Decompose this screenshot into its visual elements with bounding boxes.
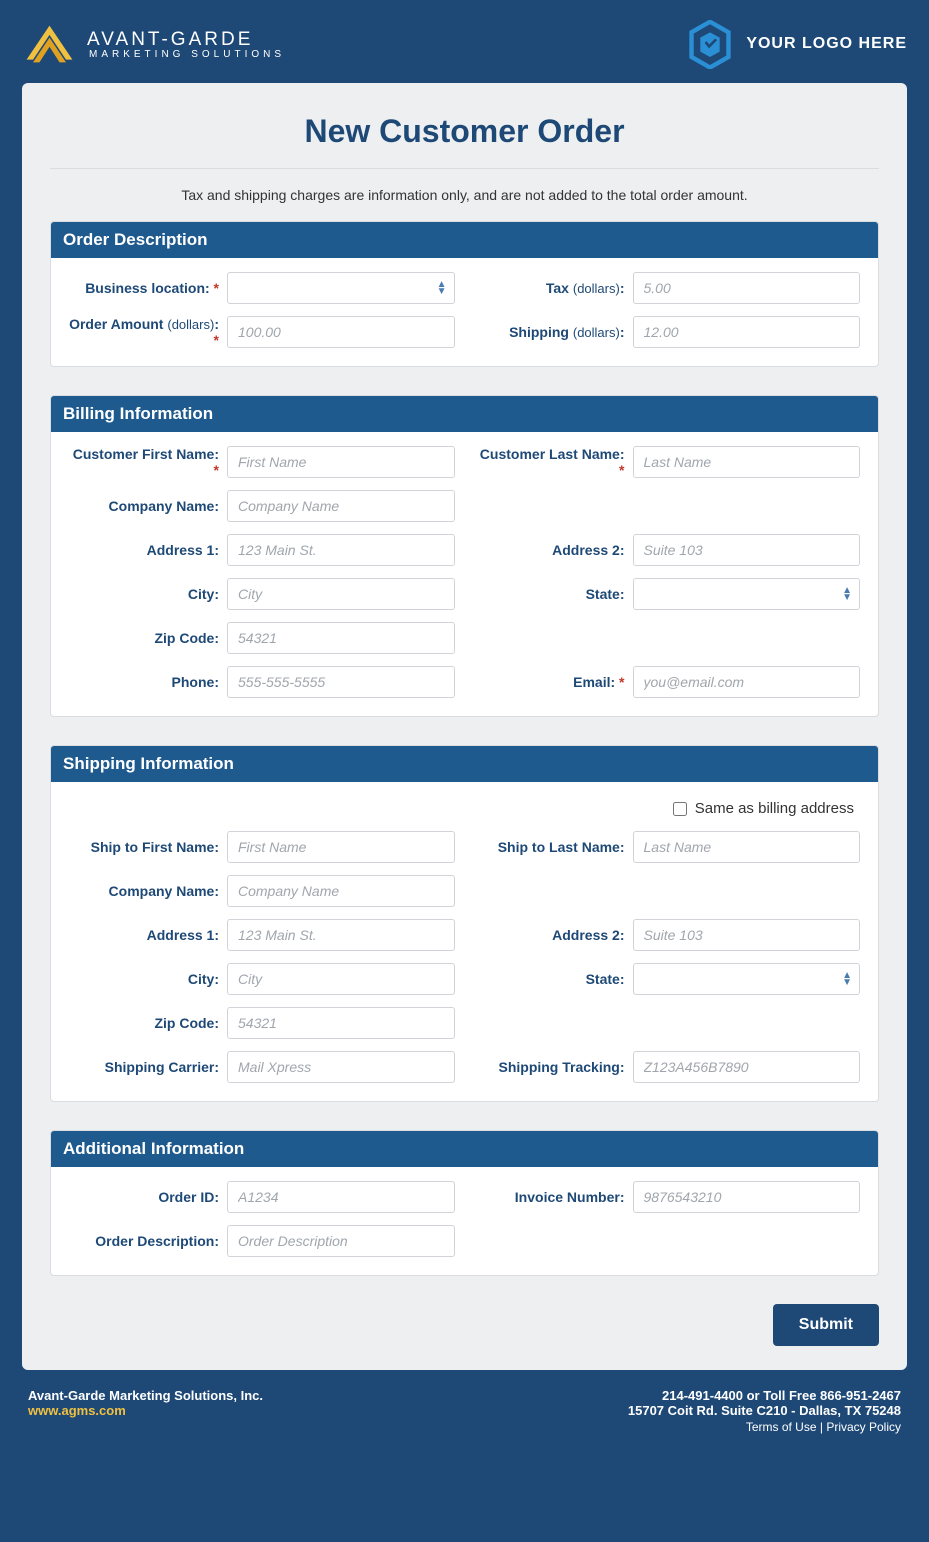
ship-addr2-input[interactable]: [633, 919, 861, 951]
section-billing: Billing Information Customer First Name:…: [50, 395, 879, 717]
tax-label: Tax (dollars):: [475, 280, 633, 296]
billing-zip-input[interactable]: [227, 622, 455, 654]
billing-state-label: State:: [475, 586, 633, 602]
ship-state-label: State:: [475, 971, 633, 987]
section-header: Order Description: [51, 222, 878, 258]
ship-zip-label: Zip Code:: [69, 1015, 227, 1031]
business-location-select[interactable]: [227, 272, 455, 304]
billing-city-label: City:: [69, 586, 227, 602]
ship-addr1-label: Address 1:: [69, 927, 227, 943]
terms-link[interactable]: Terms of Use: [746, 1420, 817, 1434]
ship-carrier-label: Shipping Carrier:: [69, 1059, 227, 1075]
order-form-card: New Customer Order Tax and shipping char…: [22, 83, 907, 1370]
footer-phone: 214-491-4400 or Toll Free 866-951-2467: [628, 1388, 901, 1403]
footer-address: 15707 Coit Rd. Suite C210 - Dallas, TX 7…: [628, 1403, 901, 1418]
divider: [50, 168, 879, 169]
page-header: AVANT-GARDE MARKETING SOLUTIONS YOUR LOG…: [22, 20, 907, 83]
ship-first-name-input[interactable]: [227, 831, 455, 863]
billing-phone-label: Phone:: [69, 674, 227, 690]
billing-email-input[interactable]: [633, 666, 861, 698]
billing-addr1-label: Address 1:: [69, 542, 227, 558]
billing-first-name-input[interactable]: [227, 446, 455, 478]
invoice-number-input[interactable]: [633, 1181, 861, 1213]
brand-tagline: MARKETING SOLUTIONS: [87, 49, 285, 60]
billing-addr2-label: Address 2:: [475, 542, 633, 558]
same-as-billing-label: Same as billing address: [695, 800, 854, 817]
order-amount-input[interactable]: [227, 316, 455, 348]
billing-zip-label: Zip Code:: [69, 630, 227, 646]
brand-name: AVANT-GARDE: [87, 29, 285, 51]
footer-company: Avant-Garde Marketing Solutions, Inc.: [28, 1388, 263, 1403]
billing-last-name-input[interactable]: [633, 446, 861, 478]
billing-email-label: Email: *: [475, 674, 633, 690]
triangle-icon: [22, 20, 77, 68]
ship-last-name-label: Ship to Last Name:: [475, 839, 633, 855]
section-header: Billing Information: [51, 396, 878, 432]
order-id-input[interactable]: [227, 1181, 455, 1213]
billing-company-input[interactable]: [227, 490, 455, 522]
ship-addr1-input[interactable]: [227, 919, 455, 951]
ship-addr2-label: Address 2:: [475, 927, 633, 943]
section-order-description: Order Description Business location: * ▲…: [50, 221, 879, 367]
billing-state-select[interactable]: [633, 578, 861, 610]
invoice-number-label: Invoice Number:: [475, 1189, 633, 1205]
section-header: Shipping Information: [51, 746, 878, 782]
ship-city-label: City:: [69, 971, 227, 987]
section-header: Additional Information: [51, 1131, 878, 1167]
billing-company-label: Company Name:: [69, 498, 227, 514]
footer-url-link[interactable]: www.agms.com: [28, 1403, 126, 1418]
order-desc-input[interactable]: [227, 1225, 455, 1257]
ship-tracking-input[interactable]: [633, 1051, 861, 1083]
order-desc-label: Order Description:: [69, 1233, 227, 1249]
hexagon-icon: [688, 20, 732, 68]
shipping-amount-label: Shipping (dollars):: [475, 324, 633, 340]
shipping-amount-input[interactable]: [633, 316, 861, 348]
billing-addr1-input[interactable]: [227, 534, 455, 566]
business-location-label: Business location: *: [69, 280, 227, 296]
billing-city-input[interactable]: [227, 578, 455, 610]
submit-button[interactable]: Submit: [773, 1304, 879, 1346]
billing-phone-input[interactable]: [227, 666, 455, 698]
page-footer: Avant-Garde Marketing Solutions, Inc. ww…: [22, 1370, 907, 1440]
billing-last-name-label: Customer Last Name: *: [475, 446, 633, 478]
section-additional: Additional Information Order ID: Invoice…: [50, 1130, 879, 1276]
section-shipping: Shipping Information Same as billing add…: [50, 745, 879, 1102]
tax-input[interactable]: [633, 272, 861, 304]
ship-state-select[interactable]: [633, 963, 861, 995]
ship-zip-input[interactable]: [227, 1007, 455, 1039]
same-as-billing-checkbox[interactable]: [673, 802, 687, 816]
page-title: New Customer Order: [50, 105, 879, 168]
privacy-link[interactable]: Privacy Policy: [826, 1420, 901, 1434]
brand-logo: AVANT-GARDE MARKETING SOLUTIONS: [22, 20, 285, 68]
order-id-label: Order ID:: [69, 1189, 227, 1205]
ship-tracking-label: Shipping Tracking:: [475, 1059, 633, 1075]
page-subtitle: Tax and shipping charges are information…: [50, 187, 879, 203]
ship-company-label: Company Name:: [69, 883, 227, 899]
ship-last-name-input[interactable]: [633, 831, 861, 863]
order-amount-label: Order Amount (dollars): *: [69, 316, 227, 348]
billing-addr2-input[interactable]: [633, 534, 861, 566]
client-logo-placeholder: YOUR LOGO HERE: [688, 20, 907, 68]
ship-carrier-input[interactable]: [227, 1051, 455, 1083]
ship-city-input[interactable]: [227, 963, 455, 995]
ship-company-input[interactable]: [227, 875, 455, 907]
ship-first-name-label: Ship to First Name:: [69, 839, 227, 855]
billing-first-name-label: Customer First Name: *: [69, 446, 227, 478]
